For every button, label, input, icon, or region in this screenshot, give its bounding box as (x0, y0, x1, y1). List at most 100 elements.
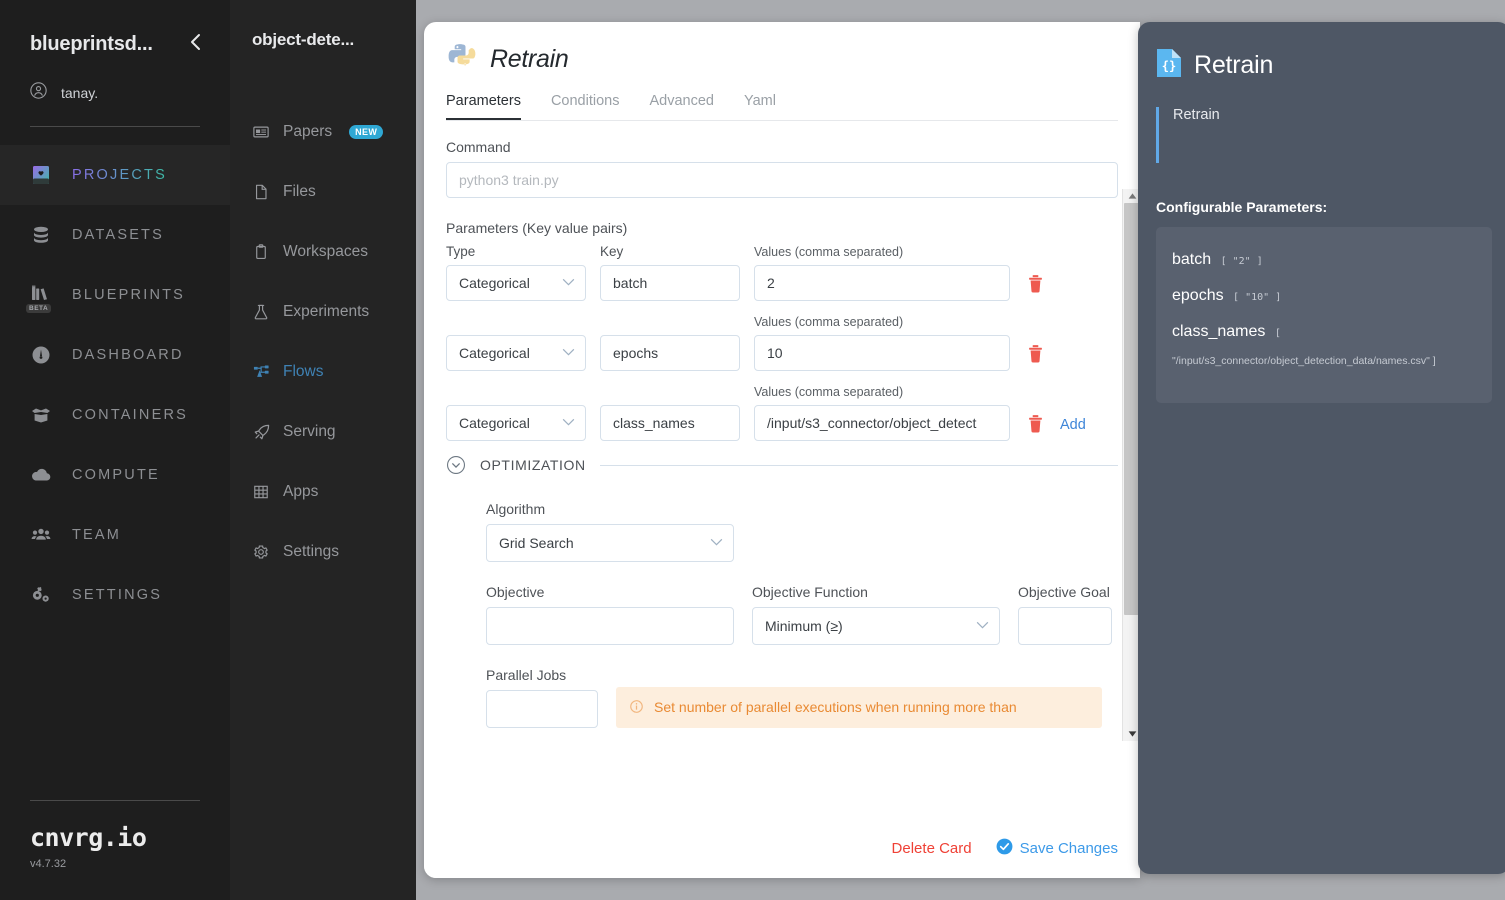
objective-goal-label: Objective Goal (1018, 584, 1110, 600)
parameters-section-label: Parameters (Key value pairs) (446, 220, 628, 236)
sidebar-item-label: BLUEPRINTS (72, 287, 186, 303)
param-key-input[interactable] (600, 335, 740, 371)
chevron-down-icon (562, 277, 575, 289)
column-header-values: Values (comma separated) (754, 385, 904, 399)
sidebar-item-papers[interactable]: Papers NEW (230, 102, 416, 162)
save-changes-button[interactable]: Save Changes (996, 838, 1118, 859)
param-type-select[interactable]: Categorical (446, 265, 586, 301)
parameter-name: class_names (1172, 323, 1266, 340)
param-type-select[interactable]: Categorical (446, 405, 586, 441)
sidebar-item-apps[interactable]: Apps (230, 462, 416, 522)
sidebar-item-settings[interactable]: SETTINGS (0, 565, 230, 625)
check-circle-icon (996, 838, 1013, 859)
file-icon (252, 183, 270, 201)
sidebar-item-containers[interactable]: CONTAINERS (0, 385, 230, 445)
objective-function-select[interactable]: Minimum (≥) (752, 607, 1000, 645)
objective-row: Objective Objective Function Minimum (≥) (486, 584, 1118, 645)
sidebar-item-label: DATASETS (72, 227, 164, 243)
project-title: object-dete... (252, 30, 355, 49)
add-parameter-button[interactable]: Add (1060, 417, 1086, 441)
sidebar-item-projects[interactable]: PROJECTS (0, 145, 230, 205)
chevron-down-icon (562, 347, 575, 359)
sidebar-item-label: PROJECTS (72, 167, 167, 183)
sidebar-item-blueprints[interactable]: BETA BLUEPRINTS (0, 265, 230, 325)
trash-icon[interactable] (1024, 275, 1046, 301)
sidebar-item-label: Workspaces (283, 243, 368, 260)
info-panel: {} Retrain Retrain Configurable Paramete… (1138, 22, 1505, 874)
delete-card-button[interactable]: Delete Card (892, 840, 972, 857)
sidebar-item-label: Papers (283, 123, 333, 140)
objective-function-label: Objective Function (752, 584, 868, 600)
tab-yaml[interactable]: Yaml (744, 93, 776, 120)
column-header-values: Values (comma separated) (754, 315, 904, 329)
tab-advanced[interactable]: Advanced (649, 93, 714, 120)
objective-input[interactable] (486, 607, 734, 645)
gear-icon (252, 543, 270, 561)
optimization-section-header[interactable]: OPTIMIZATION (446, 455, 1118, 475)
primary-nav: PROJECTS DATASETS BETA BLUEPRINTS DASHBO… (0, 145, 230, 625)
tab-conditions[interactable]: Conditions (551, 93, 620, 120)
brand-logo: cnvrg.io (30, 823, 147, 852)
user-row[interactable]: tanay. (30, 82, 208, 104)
sidebar-item-experiments[interactable]: Experiments (230, 282, 416, 342)
books-icon: BETA (26, 282, 54, 313)
info-panel-header: {} Retrain (1156, 48, 1492, 83)
param-key-input[interactable] (600, 265, 740, 301)
version-label: v4.7.32 (30, 858, 67, 870)
parallel-jobs-input[interactable] (486, 690, 598, 728)
algorithm-label: Algorithm (486, 501, 546, 517)
param-values-input[interactable] (754, 405, 1010, 441)
sidebar-item-dashboard[interactable]: DASHBOARD (0, 325, 230, 385)
retrain-card: Retrain Parameters Conditions Advanced Y… (424, 22, 1140, 878)
box-open-icon (28, 402, 54, 428)
optimization-title: OPTIMIZATION (480, 457, 586, 473)
param-key-input[interactable] (600, 405, 740, 441)
trash-icon[interactable] (1024, 345, 1046, 371)
sidebar-item-compute[interactable]: COMPUTE (0, 445, 230, 505)
sidebar-item-datasets[interactable]: DATASETS (0, 205, 230, 265)
chevron-down-icon (976, 620, 989, 632)
param-values-input[interactable] (754, 335, 1010, 371)
sidebar-item-team[interactable]: TEAM (0, 505, 230, 565)
objective-goal-input[interactable] (1018, 607, 1112, 645)
param-values-input[interactable] (754, 265, 1010, 301)
article-icon (252, 123, 270, 141)
chevron-down-icon (562, 417, 575, 429)
column-header-key: Key (600, 244, 624, 259)
sidebar-item-label: Apps (283, 483, 319, 500)
parallel-jobs-row: Parallel Jobs Set number of parallel exe… (486, 667, 1118, 728)
organization-name: blueprintsd... (30, 32, 153, 55)
chevron-down-circle-icon[interactable] (446, 455, 466, 475)
param-type-value: Categorical (459, 345, 530, 361)
sidebar-item-flows[interactable]: Flows (230, 342, 416, 402)
sidebar-item-serving[interactable]: Serving (230, 402, 416, 462)
card-footer: Delete Card Save Changes (424, 818, 1140, 878)
card-title: Retrain (490, 45, 569, 73)
cloud-icon (28, 462, 54, 488)
parameter-value: [ "10" ] (1233, 292, 1282, 303)
footer-divider (30, 800, 200, 801)
sidebar-item-workspaces[interactable]: Workspaces (230, 222, 416, 282)
primary-sidebar: blueprintsd... tanay. PROJECTS DATASETS … (0, 0, 230, 900)
card-tabs: Parameters Conditions Advanced Yaml (446, 93, 1118, 121)
sidebar-item-label: Serving (283, 423, 336, 440)
sidebar-item-files[interactable]: Files (230, 162, 416, 222)
chevron-left-icon[interactable] (183, 30, 208, 58)
parameter-value: [ (1274, 328, 1281, 339)
stage: Retrain Parameters Conditions Advanced Y… (416, 0, 1505, 900)
project-sidebar: object-dete... Papers NEW Files Workspac… (230, 0, 416, 900)
tab-parameters[interactable]: Parameters (446, 93, 521, 120)
command-input[interactable] (446, 162, 1118, 198)
parameter-row: Categorical Values (comma separated) (446, 315, 1118, 371)
configurable-parameters-box: batch [ "2" ] epochs [ "10" ] class_name… (1156, 227, 1492, 403)
configurable-parameters-label: Configurable Parameters: (1156, 199, 1328, 215)
user-avatar-icon (30, 82, 47, 104)
parameter-name: batch (1172, 251, 1212, 268)
param-type-select[interactable]: Categorical (446, 335, 586, 371)
sidebar-item-project-settings[interactable]: Settings (230, 522, 416, 582)
param-type-value: Categorical (459, 275, 530, 291)
trash-icon[interactable] (1024, 415, 1046, 441)
rocket-icon (252, 423, 270, 441)
algorithm-select[interactable]: Grid Search (486, 524, 734, 562)
clipboard-icon (252, 243, 270, 261)
